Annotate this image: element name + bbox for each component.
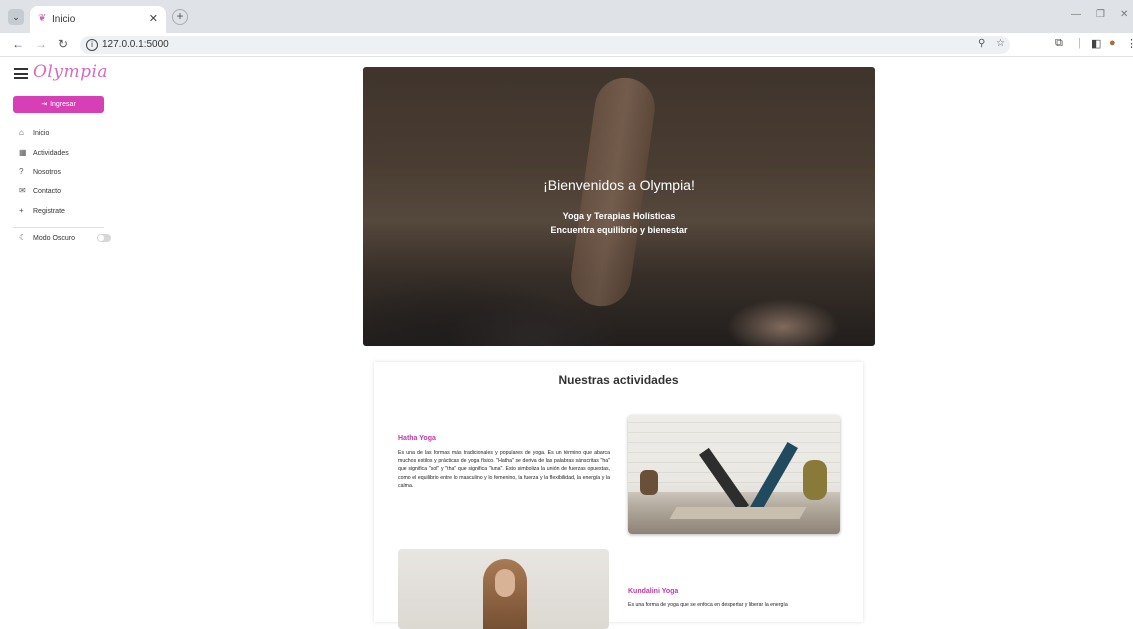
hamburger-menu-icon[interactable] [14, 68, 28, 79]
olympia-favicon: ❦ [38, 13, 47, 24]
sidebar-item-contacto[interactable]: ✉ Contacto [19, 186, 61, 198]
hero-tagline: Encuentra equilibrio y bienestar [550, 225, 688, 235]
sidebar-item-label: Actividades [33, 150, 69, 157]
mail-icon: ✉ [19, 186, 26, 195]
activity-title: Kundalini Yoga [628, 588, 679, 595]
hero-subtitle: Yoga y Terapias Holísticas [562, 211, 676, 221]
sidebar-item-label: Registrate [33, 208, 65, 215]
dark-mode-toggle[interactable] [97, 234, 111, 242]
browser-tab-strip: ⌄ ❦ Inicio ✕ + — ❐ ✕ [0, 0, 1133, 33]
login-icon: ⇥ [41, 101, 48, 108]
side-panel-icon[interactable]: ◧ [1091, 37, 1101, 50]
back-arrow-icon[interactable]: ← [12, 37, 24, 51]
logo[interactable]: Olympia [33, 62, 108, 82]
tab-title: Inicio [52, 14, 76, 25]
extensions-icon[interactable]: ⧉ [1055, 37, 1063, 50]
sidebar-item-nosotros[interactable]: ? Nosotros [19, 167, 61, 179]
star-icon[interactable]: ☆ [996, 38, 1005, 49]
toolbar-divider: | [1078, 37, 1081, 49]
hero-banner: ¡Bienvenidos a Olympia! Yoga y Terapias … [363, 67, 875, 346]
hero-title: ¡Bienvenidos a Olympia! [543, 177, 695, 193]
activities-icon: ▦ [19, 148, 27, 157]
forward-arrow-icon[interactable]: → [35, 37, 47, 51]
section-title: Nuestras actividades [558, 373, 679, 387]
close-icon[interactable]: ✕ [149, 12, 158, 25]
activity-title: Hatha Yoga [398, 435, 436, 442]
plus-icon[interactable]: + [172, 9, 188, 25]
question-icon: ? [19, 167, 24, 176]
browser-toolbar: ← → ↻ i 127.0.0.1:5000 ⚲ ☆ ⧉ | ◧ ● ⋮ [0, 33, 1133, 57]
moon-icon: ☾ [19, 233, 27, 242]
activities-section: Nuestras actividades Hatha Yoga Es una d… [374, 362, 863, 629]
info-icon[interactable]: i [86, 39, 98, 51]
zoom-icon[interactable]: ⚲ [978, 38, 985, 49]
more-vertical-icon[interactable]: ⋮ [1126, 37, 1133, 50]
sidebar-item-label: Contacto [33, 188, 62, 195]
sidebar-item-actividades[interactable]: ▦ Actividades [19, 148, 69, 160]
window-close-icon[interactable]: ✕ [1120, 9, 1128, 20]
hatha-yoga-image [628, 415, 840, 534]
login-button[interactable]: ⇥ Ingresar [13, 96, 104, 113]
minimize-icon[interactable]: — [1071, 9, 1081, 20]
dark-mode-label: Modo Oscuro [33, 235, 76, 242]
address-bar[interactable]: i 127.0.0.1:5000 ⚲ ☆ [80, 36, 1010, 54]
dark-mode-row: ☾ Modo Oscuro [19, 233, 75, 245]
avatar-icon[interactable]: ● [1109, 37, 1116, 49]
browser-tab[interactable]: ❦ Inicio ✕ [30, 6, 166, 33]
reload-icon[interactable]: ↻ [58, 37, 68, 51]
chevron-down-icon[interactable]: ⌄ [8, 9, 24, 25]
sidebar-divider [13, 227, 104, 228]
kundalini-yoga-image [398, 549, 609, 629]
login-label: Ingresar [50, 101, 76, 108]
sidebar-item-label: Inicio [33, 130, 50, 137]
sidebar-item-registrate[interactable]: + Registrate [19, 206, 65, 218]
restore-icon[interactable]: ❐ [1096, 9, 1105, 20]
activity-description: Es una forma de yoga que se enfoca en de… [628, 602, 788, 608]
sidebar-item-inicio[interactable]: ⌂ Inicio [19, 128, 49, 140]
home-icon: ⌂ [19, 128, 24, 137]
plus-icon: + [19, 206, 24, 215]
hero-overlay [363, 67, 875, 346]
activity-description: Es una de las formas más tradicionales y… [398, 450, 610, 489]
sidebar-item-label: Nosotros [33, 169, 62, 176]
url-text: 127.0.0.1:5000 [102, 39, 169, 50]
